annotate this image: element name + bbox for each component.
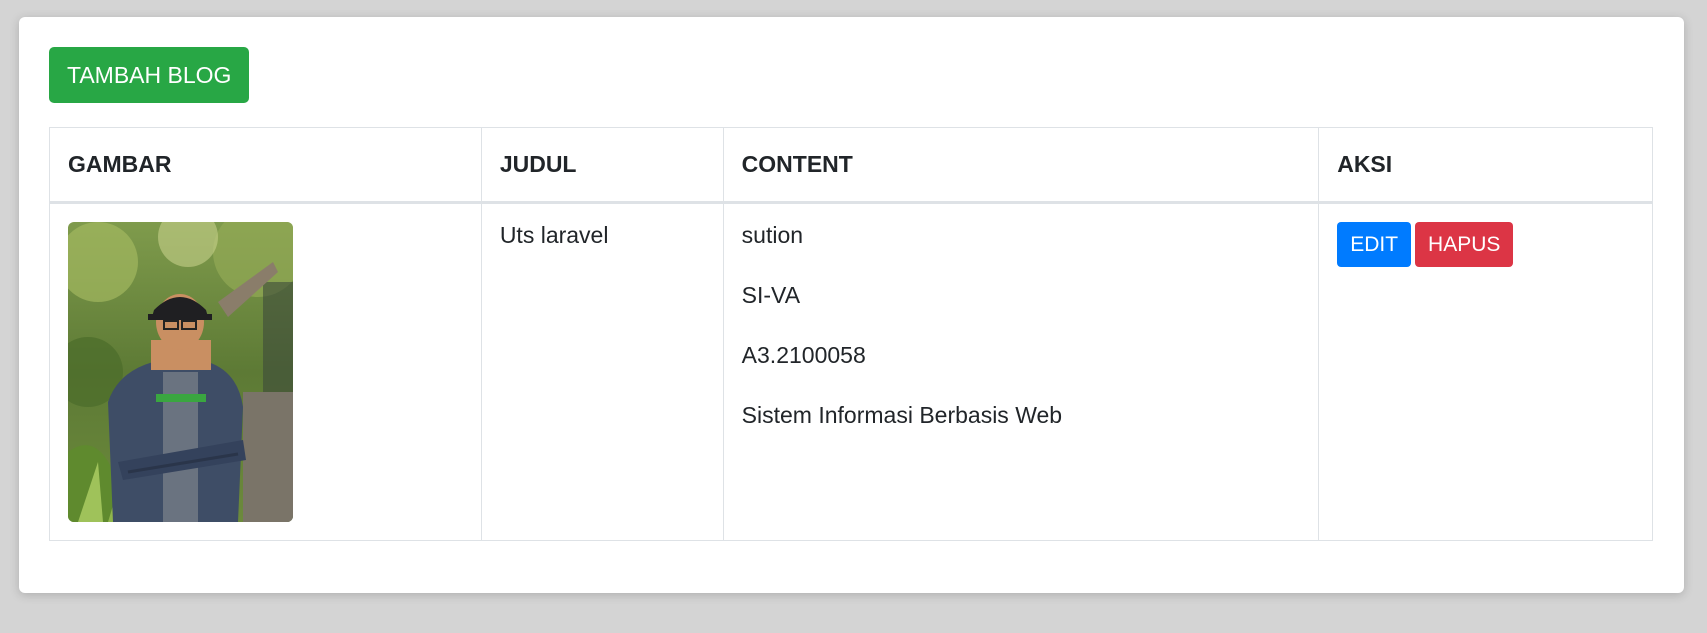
delete-button[interactable]: HAPUS [1415,222,1514,267]
content-cell: sution SI-VA A3.2100058 Sistem Informasi… [722,202,1320,541]
content-line: A3.2100058 [741,342,866,368]
add-blog-button[interactable]: TAMBAH BLOG [49,47,250,103]
header-judul: JUDUL [480,127,724,204]
blog-table: GAMBAR JUDUL CONTENT AKSI Uts laravel su… [49,127,1653,541]
header-content: CONTENT [722,127,1320,204]
image-cell [49,202,482,541]
content-line: SI-VA [741,282,801,308]
table-header: GAMBAR JUDUL CONTENT AKSI [49,127,1653,204]
header-gambar: GAMBAR [49,127,482,204]
edit-button[interactable]: EDIT [1337,222,1412,267]
blog-card: TAMBAH BLOG GAMBAR JUDUL CONTENT AKSI Ut… [19,17,1684,593]
content-line: Sistem Informasi Berbasis Web [741,402,1063,428]
content-line: sution [741,222,804,248]
header-aksi: AKSI [1318,127,1653,204]
blog-image [68,222,293,522]
title-cell: Uts laravel [480,202,724,541]
action-cell: EDIT HAPUS [1318,202,1653,541]
table-row: Uts laravel sution SI-VA A3.2100058 Sist… [49,202,1653,541]
